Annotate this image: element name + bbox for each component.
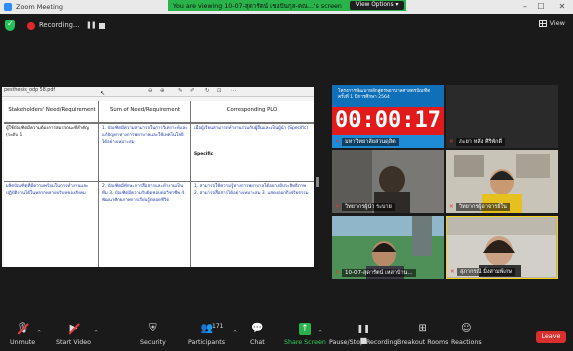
- video-tile[interactable]: ✕ วิทยากรผู้อาจารย์ใน: [446, 150, 558, 213]
- rotate-icon[interactable]: ↻: [205, 88, 210, 94]
- participants-caret-icon[interactable]: ^: [233, 330, 237, 336]
- participants-count: 171: [212, 323, 224, 330]
- microphone-muted-icon: 🎙: [16, 323, 30, 334]
- participant-name: ภะยา หลัง ศิริพักดี: [456, 138, 506, 146]
- view-options-button[interactable]: View Options ▾: [350, 1, 404, 10]
- shield-icon: ⛨: [149, 323, 157, 334]
- share-options-caret-icon[interactable]: ^: [318, 330, 322, 336]
- table-header: Stakeholders' Need/Requirement Sum of Ne…: [4, 101, 314, 123]
- tile-banner-text: โครงการพัฒนาหลักสูตรพยาบาลศาสตรบัณฑิต คร…: [338, 89, 431, 100]
- participant-name: มหาวิทยาลัยสวนดุสิต: [342, 138, 399, 146]
- view-button[interactable]: View: [538, 19, 565, 27]
- reactions-label: Reactions: [451, 339, 482, 346]
- header-sum-need: Sum of Need/Requirement: [109, 107, 181, 113]
- column-divider: [190, 101, 191, 267]
- leave-button[interactable]: Leave: [536, 331, 566, 343]
- split-view-handle[interactable]: [316, 177, 319, 187]
- zoom-window: Zoom Meeting – ☐ ✕ You are viewing 10-07…: [0, 0, 573, 351]
- file-name: pesthesis_odp 58.pdf: [4, 88, 56, 93]
- audio-options-caret-icon[interactable]: ^: [37, 330, 41, 336]
- table-cell: 2. บัณฑิตมีทักษะการสื่อสารและทำงานเป็นที…: [102, 184, 186, 204]
- zoom-app-icon: [4, 3, 12, 11]
- video-options-caret-icon[interactable]: ^: [94, 330, 98, 336]
- muted-mic-icon: ✕: [449, 139, 454, 145]
- pause-recording-icon[interactable]: ❚❚: [86, 21, 97, 29]
- video-tile[interactable]: โครงการพัฒนาหลักสูตรพยาบาลศาสตรบัณฑิต คร…: [332, 85, 444, 148]
- video-tile[interactable]: ✕ วิทยากรผู้นำ ระบาย: [332, 150, 444, 213]
- participants-label: Participants: [188, 339, 225, 346]
- shared-screen[interactable]: pesthesis_odp 58.pdf ↖ ⊖ ⊕ ✎ ✐ ↻ ⊡ ⋯ Sta…: [2, 87, 314, 267]
- header-stakeholders: Stakeholders' Need/Requirement: [8, 107, 96, 113]
- row-divider: [4, 123, 314, 124]
- security-button[interactable]: ⛨ Security: [140, 323, 166, 346]
- muted-mic-icon: ✕: [335, 204, 340, 210]
- table-cell: เมื่อผู้เรียนสามารถทำงานร่วมกับผู้อื่นแล…: [194, 126, 309, 131]
- close-button[interactable]: ✕: [556, 1, 568, 13]
- row-divider: [4, 181, 314, 182]
- breakout-rooms-button[interactable]: ⊞ Breakout Rooms: [397, 323, 448, 346]
- share-banner: You are viewing 10-07-สุดารัตน์ เชงปันกุ…: [168, 0, 406, 11]
- chat-button[interactable]: 💬 Chat: [250, 323, 265, 346]
- plo-table: Stakeholders' Need/Requirement Sum of Ne…: [4, 101, 314, 267]
- participants-icon: 👥: [200, 323, 213, 334]
- zoom-out-icon[interactable]: ⊖: [148, 88, 153, 94]
- muted-mic-icon: ✕: [335, 270, 340, 276]
- countdown-timer: 00:00:17: [335, 108, 441, 133]
- share-screen-label: Share Screen: [284, 339, 326, 346]
- video-tile[interactable]: ✕ 10-07-สุดารัตน์ เหล่าบ้าน...: [332, 216, 444, 279]
- start-video-button[interactable]: ▶ Start Video: [56, 323, 91, 346]
- viewing-screen-message: You are viewing 10-07-สุดารัตน์ เชงปันกุ…: [173, 2, 342, 10]
- pause-stop-icon: ❚❚ ■: [356, 324, 370, 345]
- participant-name: สุภากรณี มิ่งสามพ์เกษ: [457, 268, 516, 276]
- maximize-button[interactable]: ☐: [535, 1, 547, 13]
- camera-off-icon: ▶: [68, 323, 80, 335]
- mouse-cursor-icon: ↖: [100, 90, 106, 97]
- breakout-rooms-label: Breakout Rooms: [397, 339, 449, 346]
- recording-label: Recording...: [39, 21, 80, 29]
- draw-icon[interactable]: ✐: [190, 88, 195, 94]
- top-toolbar: Recording... ❚❚ View: [0, 14, 573, 38]
- table-cell: 1. บัณฑิตมีความสามารถในการวิเคราะห์และแก…: [102, 126, 188, 146]
- grid-view-icon: [538, 19, 547, 27]
- unmute-button[interactable]: 🎙 Unmute: [10, 323, 35, 346]
- column-divider: [98, 101, 99, 267]
- minimize-button[interactable]: –: [519, 1, 531, 13]
- window-title: Zoom Meeting: [16, 3, 64, 11]
- reactions-button[interactable]: ☺ Reactions: [451, 323, 482, 346]
- security-label: Security: [140, 339, 166, 346]
- table-cell: ผลิตบัณฑิตที่มีความพร้อมในการทำงานและปฏิ…: [6, 184, 89, 197]
- chat-label: Chat: [250, 339, 265, 346]
- document-toolbar: pesthesis_odp 58.pdf ↖ ⊖ ⊕ ✎ ✐ ↻ ⊡ ⋯: [2, 87, 314, 97]
- chat-bubble-icon: 💬: [251, 323, 264, 334]
- participant-name: 10-07-สุดารัตน์ เหล่าบ้าน...: [342, 269, 416, 277]
- specific-label: Specific: [194, 152, 214, 157]
- muted-mic-icon: ✕: [450, 269, 455, 275]
- share-arrow-icon: ↑: [298, 323, 311, 335]
- participant-name: วิทยากรผู้อาจารย์ใน: [456, 203, 510, 211]
- muted-mic-icon: ✕: [449, 204, 454, 210]
- header-plo: Corresponding PLO: [226, 107, 278, 113]
- view-label: View: [549, 19, 565, 27]
- video-tile[interactable]: ✕ ภะยา หลัง ศิริพักดี: [446, 85, 558, 148]
- smiley-icon: ☺: [461, 323, 472, 334]
- bottom-toolbar: 🎙 Unmute ^ ▶ Start Video ^ ⛨ Security 👥 …: [0, 319, 573, 351]
- participant-name: วิทยากรผู้นำ ระบาย: [342, 203, 395, 211]
- stop-recording-icon[interactable]: [99, 23, 105, 29]
- start-video-label: Start Video: [56, 339, 92, 346]
- active-speaker-tile[interactable]: ✕ สุภากรณี มิ่งสามพ์เกษ: [446, 216, 558, 279]
- table-cell: 1. สามารถใช้ความรู้ทางการพยาบาลได้อย่างม…: [194, 184, 309, 197]
- unmute-label: Unmute: [10, 339, 36, 346]
- highlight-icon[interactable]: ✎: [178, 88, 183, 94]
- zoom-in-icon[interactable]: ⊕: [160, 88, 165, 94]
- more-tools-icon[interactable]: ⋯: [231, 88, 237, 94]
- pause-stop-recording-button[interactable]: ❚❚ ■ Pause/Stop Recording: [329, 323, 397, 346]
- encryption-shield-icon[interactable]: [5, 19, 15, 31]
- breakout-rooms-icon: ⊞: [418, 323, 427, 334]
- fit-page-icon[interactable]: ⊡: [217, 88, 222, 94]
- muted-mic-icon: ✕: [335, 139, 340, 145]
- table-cell: ผู้ใช้บัณฑิตมีความต้องการสมรรถนะที่สำคัญ…: [6, 126, 89, 139]
- recording-dot-icon: [27, 22, 35, 30]
